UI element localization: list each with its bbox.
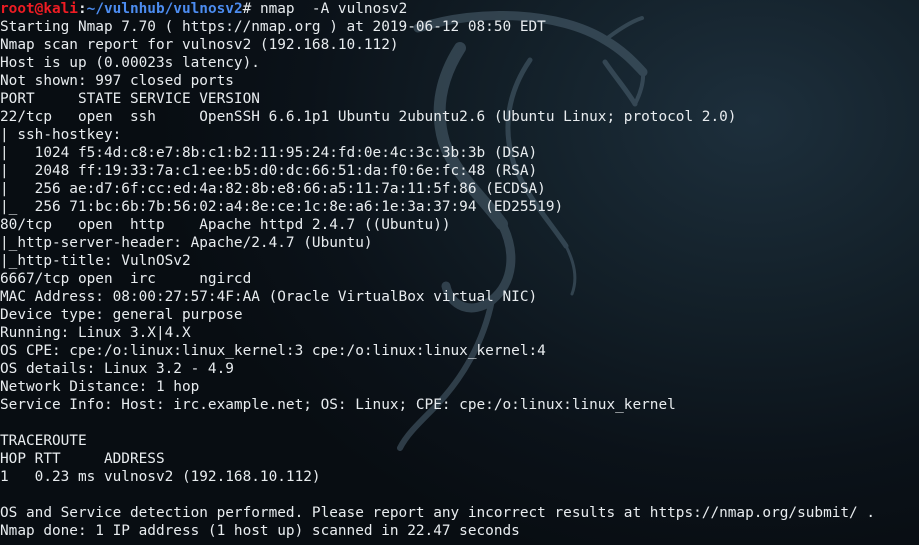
prompt-command: nmap -A vulnosv2: [251, 1, 408, 17]
output-line: TRACEROUTE: [0, 433, 87, 449]
output-line: OS and Service detection performed. Plea…: [0, 505, 876, 521]
output-line: Not shown: 997 closed ports: [0, 73, 234, 89]
output-line: Network Distance: 1 hop: [0, 379, 200, 395]
output-line: HOP RTT ADDRESS: [0, 451, 165, 467]
output-line: Nmap done: 1 IP address (1 host up) scan…: [0, 523, 520, 539]
terminal-output: root@kali:~/vulnhub/vulnosv2# nmap -A vu…: [0, 0, 875, 540]
output-line: 6667/tcp open irc ngircd: [0, 271, 252, 287]
output-line: |_http-server-header: Apache/2.4.7 (Ubun…: [0, 235, 373, 251]
output-line: OS details: Linux 3.2 - 4.9: [0, 361, 234, 377]
output-line: Host is up (0.00023s latency).: [0, 55, 260, 71]
output-line: 80/tcp open http Apache httpd 2.4.7 ((Ub…: [0, 217, 451, 233]
output-line: 1 0.23 ms vulnosv2 (192.168.10.112): [0, 469, 321, 485]
output-line: PORT STATE SERVICE VERSION: [0, 91, 260, 107]
terminal-window[interactable]: root@kali:~/vulnhub/vulnosv2# nmap -A vu…: [0, 0, 919, 545]
command-prompt-line: root@kali:~/vulnhub/vulnosv2# nmap -A vu…: [0, 0, 875, 18]
prompt-user: root@kali: [0, 1, 78, 17]
output-line: | ssh-hostkey:: [0, 127, 130, 143]
prompt-path: ~/vulnhub/vulnosv2: [86, 1, 243, 17]
output-line: Running: Linux 3.X|4.X: [0, 325, 191, 341]
output-line: |_ 256 71:bc:6b:7b:56:02:a4:8e:ce:1c:8e:…: [0, 199, 564, 215]
output-line: Nmap scan report for vulnosv2 (192.168.1…: [0, 37, 399, 53]
output-line: Starting Nmap 7.70 ( https://nmap.org ) …: [0, 19, 546, 35]
output-line: | 256 ae:d7:6f:cc:ed:4a:82:8b:e8:66:a5:1…: [0, 181, 546, 197]
output-line: MAC Address: 08:00:27:57:4F:AA (Oracle V…: [0, 289, 538, 305]
output-line: 22/tcp open ssh OpenSSH 6.6.1p1 Ubuntu 2…: [0, 109, 737, 125]
output-line: OS CPE: cpe:/o:linux:linux_kernel:3 cpe:…: [0, 343, 546, 359]
prompt-colon: :: [77, 1, 87, 17]
output-line: | 2048 ff:19:33:7a:c1:ee:b5:d0:dc:66:51:…: [0, 163, 538, 179]
prompt-symbol: #: [242, 1, 252, 17]
output-line: Service Info: Host: irc.example.net; OS:…: [0, 397, 676, 413]
output-line: Device type: general purpose: [0, 307, 243, 323]
output-line: |_http-title: VulnOSv2: [0, 253, 191, 269]
output-line: | 1024 f5:4d:c8:e7:8b:c1:b2:11:95:24:fd:…: [0, 145, 538, 161]
